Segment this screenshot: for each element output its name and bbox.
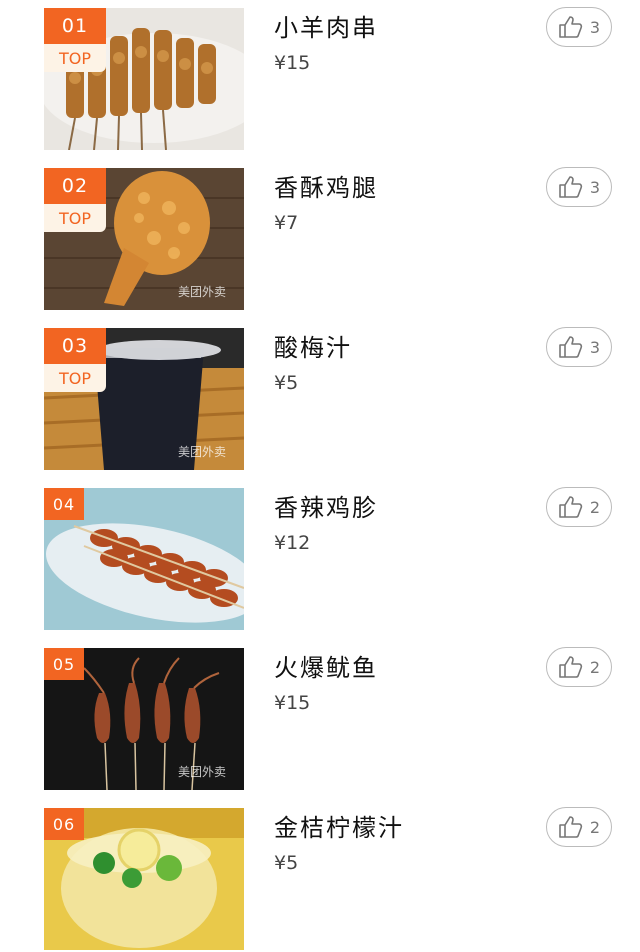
top-tag: TOP — [44, 204, 106, 232]
squid-skewer-image[interactable]: 05 美团外卖 — [44, 648, 244, 790]
list-item[interactable]: 03 TOP 美团外卖 酸梅汁 ¥5 3 — [0, 312, 640, 472]
item-name[interactable]: 金桔柠檬汁 — [274, 808, 404, 843]
item-price: ¥5 — [274, 852, 299, 874]
item-name[interactable]: 香酥鸡腿 — [274, 168, 378, 203]
product-list: 01 TOP 小羊肉串 ¥15 3 02 TOP 美团外卖 香酥鸡腿 ¥7 3 … — [0, 0, 640, 952]
top-tag: TOP — [44, 44, 106, 72]
thumbs-up-icon — [558, 815, 584, 839]
thumbs-up-icon — [558, 15, 584, 39]
list-item[interactable]: 04 香辣鸡胗 ¥12 2 — [0, 472, 640, 632]
like-button[interactable]: 2 — [546, 487, 612, 527]
rank-badge: 04 — [44, 488, 84, 520]
like-count: 3 — [589, 17, 601, 37]
rank-badge: 02 — [44, 168, 106, 204]
like-count: 2 — [589, 817, 601, 837]
item-price: ¥15 — [274, 52, 311, 74]
item-name[interactable]: 酸梅汁 — [274, 328, 352, 363]
fried-chicken-leg-image[interactable]: 02 TOP 美团外卖 — [44, 168, 244, 310]
like-button[interactable]: 3 — [546, 327, 612, 367]
list-item[interactable]: 05 美团外卖 火爆鱿鱼 ¥15 2 — [0, 632, 640, 792]
kumquat-lemon-juice-image[interactable]: 06 — [44, 808, 244, 950]
like-button[interactable]: 3 — [546, 7, 612, 47]
thumbs-up-icon — [558, 495, 584, 519]
like-button[interactable]: 3 — [546, 167, 612, 207]
item-name[interactable]: 火爆鱿鱼 — [274, 648, 378, 683]
rank-badge: 03 — [44, 328, 106, 364]
plum-juice-image[interactable]: 03 TOP 美团外卖 — [44, 328, 244, 470]
spicy-gizzard-image[interactable]: 04 — [44, 488, 244, 630]
like-count: 3 — [589, 337, 601, 357]
list-item[interactable]: 02 TOP 美团外卖 香酥鸡腿 ¥7 3 — [0, 152, 640, 312]
rank-badge: 05 — [44, 648, 84, 680]
like-count: 3 — [589, 177, 601, 197]
like-count: 2 — [589, 497, 601, 517]
like-button[interactable]: 2 — [546, 647, 612, 687]
lamb-skewer-image[interactable]: 01 TOP — [44, 8, 244, 150]
rank-badge: 01 — [44, 8, 106, 44]
thumbs-up-icon — [558, 175, 584, 199]
item-name[interactable]: 小羊肉串 — [274, 8, 378, 43]
thumbs-up-icon — [558, 655, 584, 679]
like-count: 2 — [589, 657, 601, 677]
item-name[interactable]: 香辣鸡胗 — [274, 488, 378, 523]
list-item[interactable]: 01 TOP 小羊肉串 ¥15 3 — [0, 0, 640, 152]
item-price: ¥7 — [274, 212, 299, 234]
watermark: 美团外卖 — [177, 765, 226, 779]
watermark: 美团外卖 — [177, 285, 226, 299]
like-button[interactable]: 2 — [546, 807, 612, 847]
item-price: ¥12 — [274, 532, 311, 554]
list-item[interactable]: 06 金桔柠檬汁 ¥5 2 — [0, 792, 640, 952]
top-tag: TOP — [44, 364, 106, 392]
rank-badge: 06 — [44, 808, 84, 840]
item-price: ¥5 — [274, 372, 299, 394]
thumbs-up-icon — [558, 335, 584, 359]
watermark: 美团外卖 — [177, 445, 226, 459]
item-price: ¥15 — [274, 692, 311, 714]
